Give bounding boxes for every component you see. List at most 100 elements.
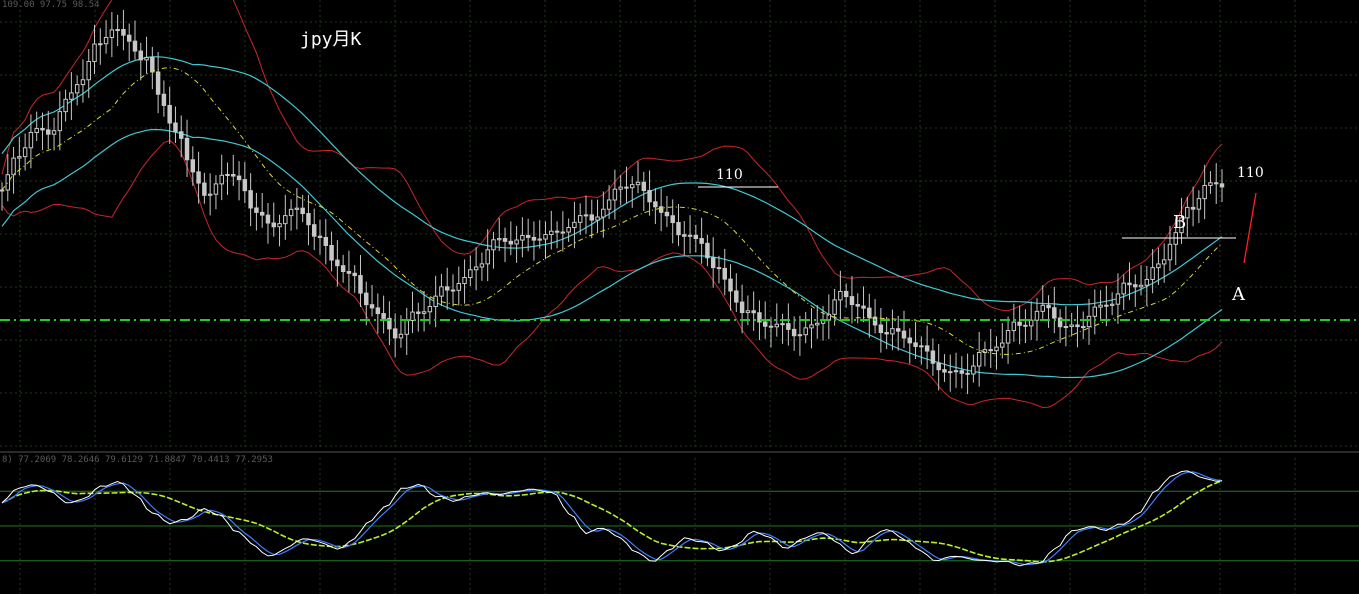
candle-body	[1092, 306, 1098, 317]
candle-body	[190, 159, 196, 173]
candle-body	[132, 40, 138, 52]
candle-body	[734, 290, 739, 303]
candle-body	[34, 127, 39, 133]
candle-body	[40, 127, 45, 131]
candle-body	[358, 275, 363, 294]
candle-body	[1202, 184, 1207, 200]
candle-body	[450, 289, 456, 292]
candle-body	[1167, 243, 1173, 261]
candle-body	[271, 222, 276, 228]
candle-body	[74, 84, 80, 94]
candle-body	[589, 214, 594, 221]
candle-body	[375, 307, 381, 315]
candle-body	[1069, 324, 1074, 328]
chart-title: jpy月K	[300, 29, 362, 50]
candle-body	[520, 234, 525, 241]
candle-body	[485, 249, 490, 265]
candle-body	[890, 328, 895, 335]
candle-body	[976, 352, 982, 367]
indicator-header: 8) 77.2069 78.2646 79.6129 71.8847 70.44…	[2, 455, 273, 465]
candle-body	[930, 350, 936, 364]
candle-body	[1080, 326, 1086, 329]
candle-body	[329, 244, 334, 261]
candle-body	[392, 328, 398, 339]
candle-body	[1144, 278, 1150, 286]
candle-body	[531, 236, 537, 241]
candle-body	[525, 234, 531, 238]
candle-body	[1017, 321, 1022, 326]
candle-body	[809, 324, 814, 329]
candle-body	[115, 29, 120, 32]
candle-body	[745, 310, 751, 314]
candle-body	[155, 71, 161, 95]
candle-body	[664, 211, 670, 217]
candle-body	[416, 311, 421, 314]
candle-body	[849, 296, 855, 306]
candle-body	[838, 290, 843, 301]
label-b: B	[1173, 212, 1186, 233]
candle-body	[28, 131, 34, 149]
label-110-right: 110	[1237, 165, 1264, 181]
candle-body	[618, 186, 623, 190]
candle-body	[739, 301, 745, 314]
candle-body	[1104, 304, 1109, 307]
candle-body	[1000, 342, 1005, 348]
candle-body	[1075, 324, 1080, 328]
candle-body	[1046, 304, 1051, 309]
candle-body	[468, 269, 473, 279]
candle-body	[439, 286, 444, 297]
candle-body	[1219, 183, 1225, 188]
candle-body	[219, 174, 224, 185]
candle-body	[971, 365, 976, 375]
candle-body	[948, 371, 953, 374]
candle-body	[1098, 304, 1103, 308]
candle-body	[1052, 307, 1057, 319]
candle-body	[624, 186, 629, 189]
candle-body	[11, 157, 16, 176]
candle-body	[5, 174, 11, 191]
candle-body	[1121, 282, 1126, 295]
candle-body	[1156, 263, 1161, 269]
candle-body	[381, 313, 386, 319]
candle-body	[572, 221, 577, 229]
candle-body	[1086, 315, 1092, 328]
candle-body	[676, 222, 681, 236]
candle-body	[682, 234, 687, 237]
candle-body	[161, 93, 167, 106]
candle-body	[22, 147, 28, 158]
candle-body	[861, 305, 866, 309]
candle-body	[248, 190, 253, 209]
candle-body	[774, 323, 780, 328]
candle-body	[283, 215, 288, 225]
candle-body	[843, 290, 849, 298]
candle-body	[647, 190, 652, 203]
candle-body	[294, 207, 300, 210]
candle-body	[913, 342, 918, 347]
candle-body	[456, 283, 462, 291]
candle-body	[92, 43, 97, 63]
candle-body	[502, 238, 508, 242]
candle-body	[924, 345, 930, 352]
candle-body	[410, 311, 415, 321]
candle-body	[1023, 324, 1028, 327]
candle-body	[832, 299, 837, 315]
candle-body	[51, 130, 57, 135]
candle-body	[768, 325, 774, 328]
candle-body	[1190, 206, 1196, 210]
candle-body	[658, 206, 664, 213]
candle-body	[514, 239, 519, 245]
candle-body	[184, 137, 190, 161]
candle-body	[786, 323, 791, 330]
candle-body	[1115, 293, 1121, 305]
candle-body	[959, 370, 965, 374]
candle-body	[1150, 267, 1155, 280]
candle-body	[179, 131, 184, 139]
candle-body	[693, 234, 699, 240]
candle-body	[150, 57, 155, 73]
candle-body	[98, 43, 103, 46]
price-header: 109.00 97.75 98.54	[2, 0, 100, 10]
candle-body	[641, 181, 647, 192]
candle-body	[173, 122, 178, 133]
candle-body	[1063, 326, 1069, 329]
candle-body	[583, 214, 589, 217]
